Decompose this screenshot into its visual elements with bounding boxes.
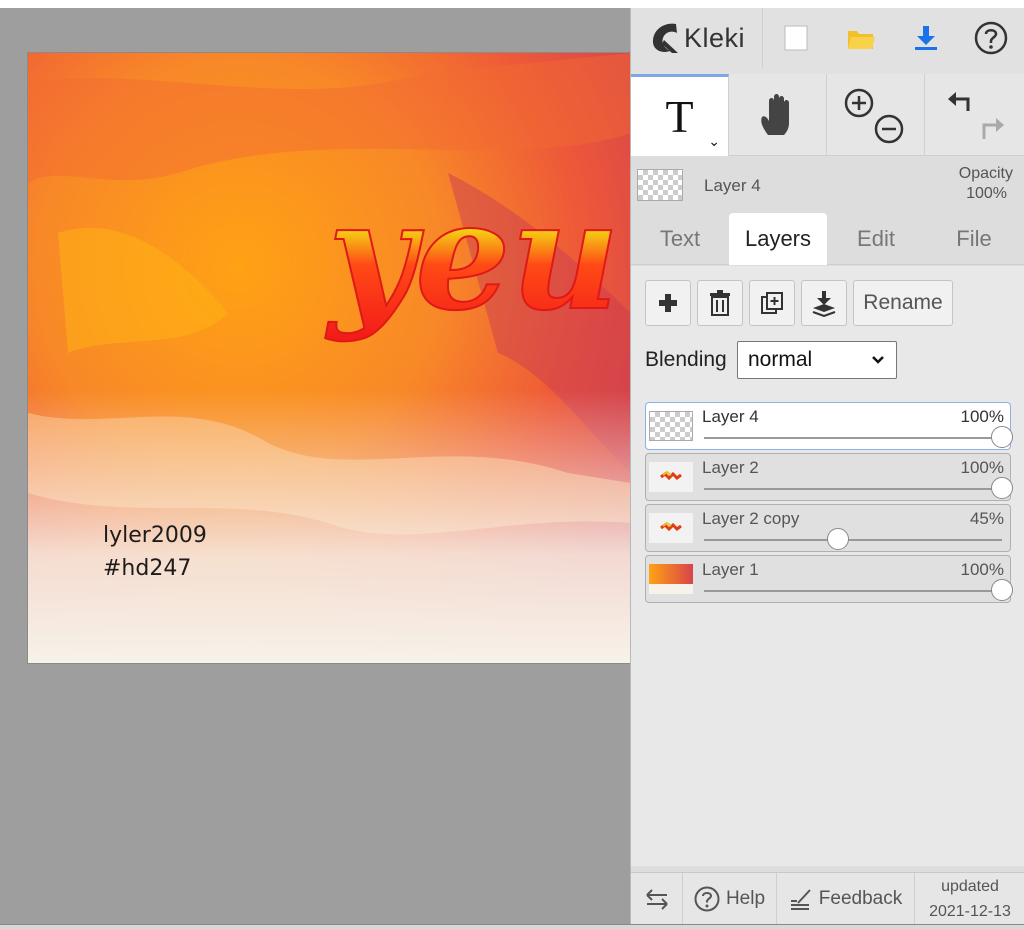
tab-file[interactable]: File: [925, 213, 1023, 265]
layer-action-buttons: Rename: [645, 280, 953, 326]
updated-info: updated 2021-12-13: [915, 873, 1024, 925]
delete-layer-button[interactable]: [697, 280, 743, 326]
text-tool-button[interactable]: T ⌄: [631, 74, 729, 156]
opacity-slider-handle[interactable]: [991, 477, 1013, 499]
hand-tool-button[interactable]: [729, 74, 827, 156]
panel-footer: Help Feedback updated 2021-12-13: [631, 872, 1024, 925]
tab-text[interactable]: Text: [631, 213, 729, 265]
credit-line-2: #hd247: [103, 556, 192, 581]
layer-name: Layer 2 copy: [702, 509, 800, 528]
panel-tabs: Text Layers Edit File: [631, 213, 1024, 265]
opacity-label: Opacity: [958, 165, 1013, 182]
window-bottom-strip: [0, 924, 1024, 929]
merge-down-button[interactable]: [801, 280, 847, 326]
layer-item-layer-2[interactable]: Layer 2 100%: [645, 453, 1013, 501]
layer-opacity: 100%: [960, 458, 1004, 477]
open-file-button[interactable]: [828, 8, 893, 68]
feedback-label: Feedback: [818, 888, 903, 909]
tab-layers[interactable]: Layers: [729, 213, 827, 265]
help-link[interactable]: Help: [683, 873, 777, 925]
canvas-area[interactable]: yeu lyler2009 #hd247: [0, 8, 630, 924]
layer-item-layer-2-copy[interactable]: Layer 2 copy 45%: [645, 504, 1011, 552]
blank-page-icon: [784, 25, 807, 51]
rename-layer-button[interactable]: Rename: [853, 280, 953, 326]
undo-redo-button[interactable]: [925, 74, 1023, 156]
layers-panel: Rename Blending normal Layer 4 100% Laye…: [631, 266, 1024, 866]
blending-label: Blending: [645, 348, 727, 371]
blending-select[interactable]: normal: [737, 341, 897, 379]
feedback-link[interactable]: Feedback: [777, 873, 915, 925]
opacity-slider-handle[interactable]: [991, 426, 1013, 448]
kleki-logo[interactable]: Kleki: [631, 8, 763, 68]
layer-name: Layer 4: [702, 407, 759, 426]
chevron-down-icon: [872, 356, 884, 364]
zoom-tool-button[interactable]: [827, 74, 925, 156]
opacity-value: 100%: [966, 185, 1007, 202]
hand-icon: [760, 94, 789, 135]
folder-icon: [847, 31, 875, 49]
current-layer-name: Layer 4: [704, 176, 761, 195]
text-tool-icon: T: [665, 91, 694, 142]
help-label: Help: [725, 888, 766, 909]
merge-down-icon: [812, 291, 836, 317]
svg-text:yeu: yeu: [325, 168, 620, 344]
current-layer-thumbnail: [637, 169, 683, 201]
updated-date: 2021-12-13: [929, 903, 1011, 920]
undo-redo-icon: [948, 92, 1004, 139]
question-mark-icon: [974, 21, 1007, 55]
layer-thumbnail: [649, 564, 693, 594]
tool-row: T ⌄: [631, 74, 1024, 156]
window-top-strip: [0, 0, 1024, 8]
chevron-down-icon[interactable]: ⌄: [708, 133, 720, 150]
save-button[interactable]: [893, 8, 958, 68]
layer-item-layer-4[interactable]: Layer 4 100%: [645, 402, 1013, 450]
opacity-slider-track[interactable]: [704, 590, 1002, 592]
layer-thumbnail: [649, 462, 693, 492]
swap-arrows-icon: [645, 889, 668, 910]
credit-line-1: lyler2009: [103, 523, 207, 548]
duplicate-layer-button[interactable]: [749, 280, 795, 326]
opacity-slider-track[interactable]: [704, 488, 1002, 490]
new-image-button[interactable]: [763, 8, 828, 68]
question-mark-icon: [694, 886, 720, 912]
kleki-logo-icon: [652, 23, 678, 53]
layer-thumbnail: [649, 513, 693, 543]
opacity-slider-handle[interactable]: [827, 528, 850, 550]
swap-side-button[interactable]: [631, 873, 683, 925]
layer-opacity: 45%: [969, 509, 1004, 528]
plus-icon: [659, 294, 677, 312]
blending-value: normal: [748, 348, 813, 371]
layer-item-layer-1[interactable]: Layer 1 100%: [645, 555, 1013, 603]
updated-label: updated: [941, 878, 999, 895]
duplicate-icon: [761, 292, 783, 314]
drawing-canvas[interactable]: yeu lyler2009 #hd247: [27, 52, 630, 664]
tab-edit[interactable]: Edit: [827, 213, 925, 265]
app-name: Kleki: [683, 22, 746, 53]
help-button[interactable]: [958, 8, 1023, 68]
layer-name: Layer 1: [702, 560, 759, 579]
download-icon: [914, 26, 937, 50]
layer-name: Layer 2: [702, 458, 759, 477]
current-layer-info: Layer 4 Opacity 100%: [631, 157, 1024, 213]
top-toolbar: Kleki: [631, 8, 1024, 74]
opacity-slider-handle[interactable]: [991, 579, 1013, 601]
add-layer-button[interactable]: [645, 280, 691, 326]
layer-thumbnail: [649, 411, 693, 441]
layer-opacity: 100%: [960, 407, 1004, 426]
opacity-slider-track[interactable]: [704, 539, 1002, 541]
zoom-in-out-icon: [844, 88, 903, 144]
opacity-slider-track[interactable]: [704, 437, 1002, 439]
trash-icon: [710, 290, 730, 316]
side-panel: Kleki T ⌄ Layer 4 Opacity 100% Text Laye…: [630, 8, 1024, 925]
feedback-pen-icon: [790, 889, 811, 910]
layer-opacity: 100%: [960, 560, 1004, 579]
